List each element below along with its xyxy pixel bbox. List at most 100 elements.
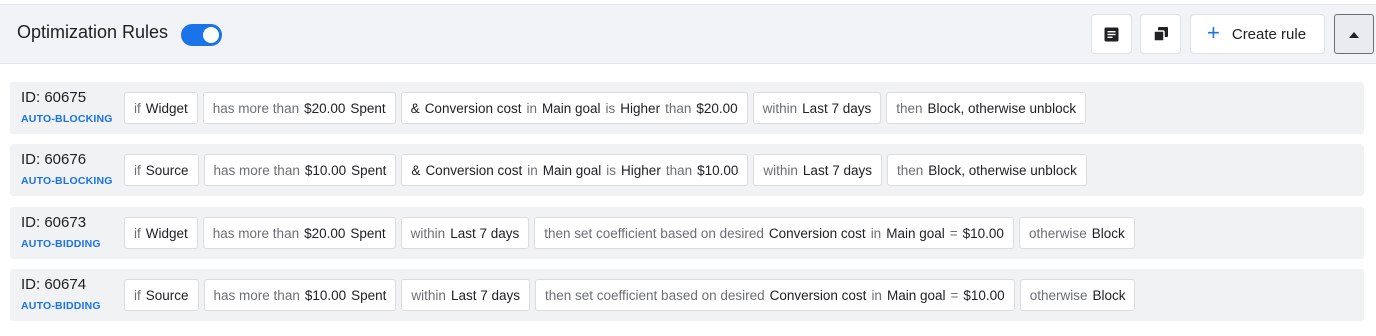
chip-text: Spent <box>351 162 387 178</box>
rule-condition-chip[interactable]: has more than $10.00 Spent <box>203 279 397 311</box>
rule-condition-chip[interactable]: & Conversion cost in Main goal is Higher than $… <box>400 92 748 124</box>
chip-text: if <box>134 100 141 116</box>
chip-text: if <box>134 287 141 303</box>
toggle-knob <box>203 27 219 43</box>
chip-text: than <box>665 100 692 116</box>
chip-text: is <box>606 162 617 178</box>
notes-icon <box>1104 27 1119 42</box>
chip-text: Last 7 days <box>802 162 872 178</box>
rule-conditions: if Widget has more than $20.00 Spent & Convers… <box>124 92 1087 124</box>
rule-type[interactable]: AUTO-BLOCKING <box>21 113 113 125</box>
chip-text: Block, otherwise unblock <box>928 162 1077 178</box>
chip-text: then set coefficient based on desired <box>544 287 765 303</box>
chip-text: $10.00 <box>304 287 347 303</box>
chip-text: Spent <box>350 225 386 241</box>
rule-condition-chip[interactable]: if Source <box>124 154 199 186</box>
chip-text: Last 7 days <box>450 287 520 303</box>
chip-text: $10.00 <box>697 162 739 178</box>
rules-enabled-toggle[interactable] <box>181 24 222 46</box>
chip-text: within <box>762 100 798 116</box>
caret-up-icon <box>1349 25 1359 43</box>
rule-condition-chip[interactable]: & Conversion cost in Main goal is Higher than $… <box>401 154 749 186</box>
rule-condition-chip[interactable]: then Block, otherwise unblock <box>886 92 1087 124</box>
chip-text: Spent <box>350 100 386 116</box>
rule-id: ID: 60676 <box>21 151 87 168</box>
chip-text: Main goal <box>886 287 946 303</box>
chip-text: Source <box>145 287 189 303</box>
copy-button[interactable] <box>1140 14 1181 54</box>
chip-text: then set coefficient based on desired <box>544 225 764 241</box>
create-rule-button[interactable]: + Create rule <box>1190 14 1325 54</box>
chip-text: has more than <box>213 162 300 178</box>
rule-condition-chip[interactable]: otherwise Block <box>1019 279 1136 311</box>
chip-text: Conversion cost <box>425 162 523 178</box>
copy-icon <box>1152 26 1169 42</box>
rule-row[interactable]: ID: 60676 AUTO-BLOCKING if Source has more t… <box>10 144 1364 196</box>
rule-condition-chip[interactable]: has more than $20.00 Spent <box>202 92 396 124</box>
collapse-button[interactable] <box>1334 14 1374 54</box>
rule-condition-chip[interactable]: within Last 7 days <box>400 217 530 249</box>
chip-text: in <box>527 162 538 178</box>
chip-text: Source <box>145 162 189 178</box>
chip-text: & <box>411 162 421 178</box>
rule-condition-chip[interactable]: then Block, otherwise unblock <box>886 154 1087 186</box>
chip-text: Last 7 days <box>450 225 520 241</box>
rule-row[interactable]: ID: 60673 AUTO-BIDDING if Widget has more th… <box>10 207 1364 259</box>
chip-text: Last 7 days <box>802 100 872 116</box>
rule-conditions: if Widget has more than $20.00 Spent within La… <box>124 217 1135 249</box>
rule-condition-chip[interactable]: then set coefficient based on desired Con… <box>534 279 1015 311</box>
rule-condition-chip[interactable]: if Widget <box>124 92 198 124</box>
chip-text: within <box>410 225 446 241</box>
notes-button[interactable] <box>1091 14 1132 54</box>
rule-row[interactable]: ID: 60675 AUTO-BLOCKING if Widget has more t… <box>10 82 1364 134</box>
chip-text: than <box>665 162 693 178</box>
chip-text: Conversion cost <box>769 287 867 303</box>
rule-conditions: if Source has more than $10.00 Spent within La… <box>124 279 1136 311</box>
chip-text: = <box>949 225 958 241</box>
chip-text: Widget <box>145 225 188 241</box>
rule-condition-chip[interactable]: then set coefficient based on desired Con… <box>534 217 1014 249</box>
chip-text: $10.00 <box>963 287 1005 303</box>
chip-text: is <box>605 100 616 116</box>
chip-text: has more than <box>213 287 300 303</box>
rule-condition-chip[interactable]: within Last 7 days <box>401 279 530 311</box>
chip-text: Conversion cost <box>768 225 866 241</box>
chip-text: Conversion cost <box>424 100 522 116</box>
chip-text: within <box>411 287 446 303</box>
chip-text: then <box>896 162 924 178</box>
rule-condition-chip[interactable]: if Widget <box>124 217 198 249</box>
chip-text: Higher <box>620 100 661 116</box>
rule-conditions: if Source has more than $10.00 Spent & Convers… <box>124 154 1087 186</box>
chip-text: in <box>870 225 882 241</box>
rule-type[interactable]: AUTO-BLOCKING <box>21 175 113 187</box>
chip-text: within <box>763 162 798 178</box>
rule-condition-chip[interactable]: if Source <box>124 279 199 311</box>
rules-header: Optimization Rules + Create rule <box>0 4 1376 64</box>
chip-text: Block <box>1091 225 1125 241</box>
chip-text: $20.00 <box>304 225 346 241</box>
chip-text: in <box>871 287 882 303</box>
chip-text: Spent <box>351 287 387 303</box>
rule-row[interactable]: ID: 60674 AUTO-BIDDING if Source has more th… <box>10 269 1364 321</box>
chip-text: then <box>896 100 923 116</box>
rule-condition-chip[interactable]: within Last 7 days <box>753 154 882 186</box>
rule-type[interactable]: AUTO-BIDDING <box>21 300 101 312</box>
chip-text: Main goal <box>542 162 602 178</box>
chip-text: $10.00 <box>962 225 1004 241</box>
rule-condition-chip[interactable]: has more than $20.00 Spent <box>202 217 396 249</box>
rule-condition-chip[interactable]: within Last 7 days <box>752 92 882 124</box>
rule-condition-chip[interactable]: otherwise Block <box>1018 217 1135 249</box>
chip-text: otherwise <box>1028 225 1087 241</box>
chip-text: in <box>526 100 537 116</box>
chip-text: $20.00 <box>696 100 738 116</box>
rule-id: ID: 60674 <box>21 276 87 293</box>
rule-id: ID: 60673 <box>21 214 87 231</box>
rule-type[interactable]: AUTO-BIDDING <box>21 238 101 250</box>
create-rule-label: Create rule <box>1231 25 1307 43</box>
rule-condition-chip[interactable]: has more than $10.00 Spent <box>203 154 397 186</box>
chip-text: = <box>950 287 959 303</box>
chip-text: has more than <box>212 225 300 241</box>
chip-text: otherwise <box>1029 287 1088 303</box>
page-title: Optimization Rules <box>17 22 169 42</box>
chip-text: $20.00 <box>304 100 346 116</box>
